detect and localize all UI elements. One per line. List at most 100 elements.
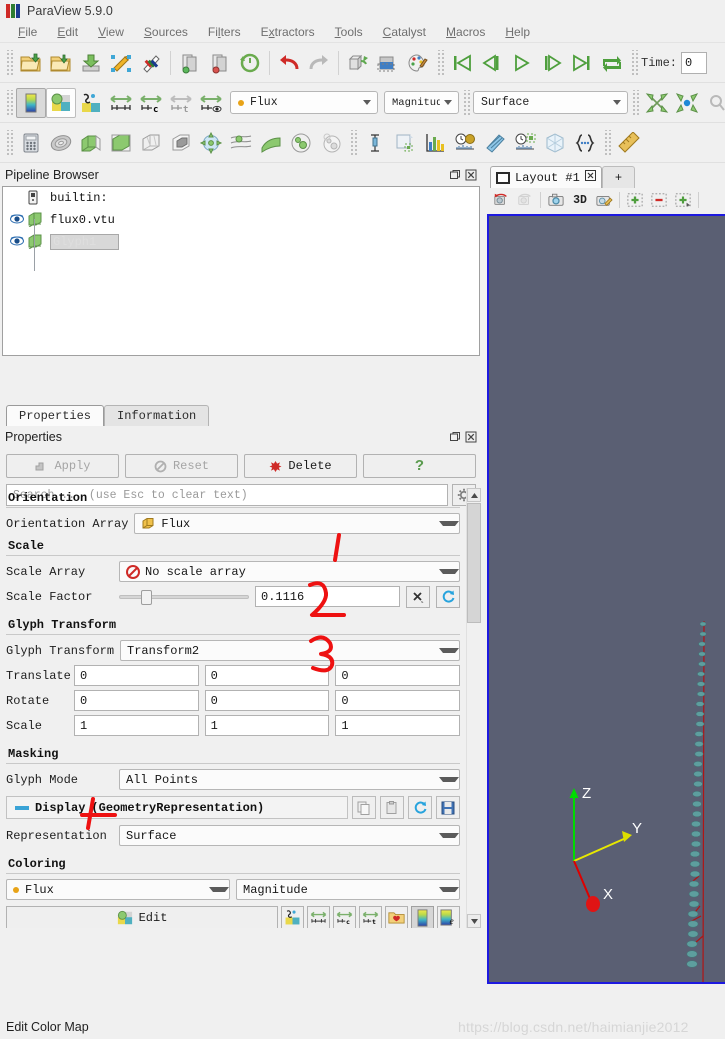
- scale-x-input[interactable]: 1: [74, 715, 199, 736]
- scale-z-input[interactable]: 1: [335, 715, 461, 736]
- camera-parallel-button[interactable]: [545, 190, 567, 210]
- plot-on-sorted-lines-button[interactable]: [480, 128, 510, 158]
- coloring-edit-colormap-button[interactable]: [281, 906, 304, 928]
- group-datasets-button[interactable]: [286, 128, 316, 158]
- layout-close-icon[interactable]: [584, 170, 596, 185]
- zoom-to-data-button[interactable]: [672, 88, 702, 118]
- rescale-visible-button[interactable]: [196, 88, 226, 118]
- undo-button[interactable]: [274, 48, 304, 78]
- help-button[interactable]: ?: [363, 454, 476, 478]
- split-vertical-button[interactable]: [648, 190, 670, 210]
- undo-camera-button[interactable]: [343, 48, 373, 78]
- tab-properties[interactable]: Properties: [6, 405, 105, 426]
- redo-camera-button[interactable]: [514, 190, 536, 210]
- toggle-color-legend-button[interactable]: [411, 906, 434, 928]
- last-frame-button[interactable]: [567, 48, 597, 78]
- representation-combo[interactable]: Surface: [119, 825, 460, 846]
- slice-filter-button[interactable]: [106, 128, 136, 158]
- toolbar-grip-vcr[interactable]: [436, 49, 444, 76]
- menu-filters[interactable]: Filters: [198, 24, 251, 41]
- component-combo[interactable]: Magnitude: [384, 91, 459, 114]
- menu-file[interactable]: File: [8, 24, 47, 41]
- reset-session-button[interactable]: [235, 48, 265, 78]
- scroll-up-arrow-icon[interactable]: [467, 488, 481, 502]
- scale-y-input[interactable]: 1: [204, 715, 330, 736]
- maximize-button[interactable]: [672, 190, 694, 210]
- connect-server-button[interactable]: [175, 48, 205, 78]
- chevron-down-icon[interactable]: [439, 648, 459, 653]
- rotate-z-input[interactable]: 0: [335, 690, 461, 711]
- menu-macros[interactable]: Macros: [436, 24, 495, 41]
- menu-tools[interactable]: Tools: [325, 24, 373, 41]
- threshold-filter-button[interactable]: [136, 128, 166, 158]
- display-section-header[interactable]: Display (GeometryRepresentation): [6, 796, 348, 819]
- choose-preset-button[interactable]: [385, 906, 408, 928]
- pipeline-item-builtin[interactable]: builtin:: [3, 187, 479, 209]
- edit-color-legend-button[interactable]: e: [437, 906, 460, 928]
- glyph-transform-combo[interactable]: Transform2: [120, 640, 460, 661]
- play-button[interactable]: [507, 48, 537, 78]
- extract-block-button[interactable]: [540, 128, 570, 158]
- rescale-scale-factor-button[interactable]: [436, 585, 460, 608]
- coloring-array-combo[interactable]: Flux: [6, 879, 230, 900]
- tab-information[interactable]: Information: [104, 405, 210, 426]
- open-file-button[interactable]: [16, 48, 46, 78]
- chevron-down-icon[interactable]: [209, 887, 229, 892]
- chevron-down-icon[interactable]: [439, 521, 459, 526]
- edit-color-map-button[interactable]: [46, 87, 76, 118]
- menu-extractors[interactable]: Extractors: [251, 24, 325, 41]
- translate-x-input[interactable]: 0: [74, 665, 199, 686]
- pipeline-browser[interactable]: builtin: flux0.vtu Glyph1: [2, 186, 480, 356]
- menu-help[interactable]: Help: [495, 24, 540, 41]
- calculator-filter-button[interactable]: [16, 128, 46, 158]
- toolbar-grip[interactable]: [5, 129, 13, 156]
- pipeline-item-flux0[interactable]: flux0.vtu: [3, 209, 479, 231]
- paste-display-properties-button[interactable]: [380, 796, 404, 819]
- menu-sources[interactable]: Sources: [134, 24, 198, 41]
- toolbar-grip-data[interactable]: [349, 129, 357, 156]
- render-view[interactable]: Z Y X: [487, 214, 725, 984]
- representation-combo[interactable]: Surface: [473, 91, 628, 114]
- split-horizontal-button[interactable]: [624, 190, 646, 210]
- previous-frame-button[interactable]: [477, 48, 507, 78]
- toolbar-grip[interactable]: [5, 89, 13, 116]
- edit-color-map-button[interactable]: Edit: [6, 906, 278, 928]
- chevron-down-icon[interactable]: [439, 833, 459, 838]
- histogram-button[interactable]: [420, 128, 450, 158]
- toolbar-grip-camera[interactable]: [631, 89, 639, 116]
- stream-tracer-button[interactable]: [226, 128, 256, 158]
- time-input[interactable]: 0: [681, 51, 708, 74]
- contour-filter-button[interactable]: [46, 128, 76, 158]
- layout-tab-1[interactable]: Layout #1: [490, 166, 602, 188]
- toggle-3d-button[interactable]: 3D: [569, 190, 591, 210]
- rescale-custom-button[interactable]: [76, 88, 106, 118]
- glyph-mode-combo[interactable]: All Points: [119, 769, 460, 790]
- slider-knob[interactable]: [141, 590, 152, 605]
- chevron-down-icon[interactable]: [440, 92, 456, 113]
- properties-close-icon[interactable]: [464, 430, 478, 444]
- pipeline-close-icon[interactable]: [464, 168, 478, 182]
- pipeline-undock-icon[interactable]: [448, 168, 462, 182]
- redo-camera-button[interactable]: [373, 48, 403, 78]
- properties-scrollbar[interactable]: [466, 488, 481, 928]
- plot-selection-button[interactable]: [390, 128, 420, 158]
- menu-edit[interactable]: Edit: [47, 24, 88, 41]
- visibility-eye-icon[interactable]: [9, 212, 25, 228]
- visibility-eye-icon[interactable]: [9, 234, 25, 250]
- coloring-rescale-range-button[interactable]: [307, 906, 330, 928]
- save-data-button[interactable]: [76, 48, 106, 78]
- next-frame-button[interactable]: [537, 48, 567, 78]
- toggle-color-legend-button[interactable]: [16, 87, 46, 118]
- toolbar-grip-time[interactable]: [630, 49, 638, 76]
- chevron-down-icon[interactable]: [359, 92, 375, 113]
- glyph-filter-button[interactable]: [196, 128, 226, 158]
- restore-defaults-button[interactable]: [408, 796, 432, 819]
- active-array-combo[interactable]: Flux: [230, 91, 378, 114]
- coloring-rescale-temporal-button[interactable]: t: [359, 906, 382, 928]
- scale-factor-slider[interactable]: [119, 586, 249, 607]
- reset-camera-button[interactable]: [642, 88, 672, 118]
- plot-data-over-time-button[interactable]: [450, 128, 480, 158]
- chevron-down-icon[interactable]: [609, 92, 625, 113]
- rescale-temporal-button[interactable]: t: [166, 88, 196, 118]
- rescale-data-range-button[interactable]: [106, 88, 136, 118]
